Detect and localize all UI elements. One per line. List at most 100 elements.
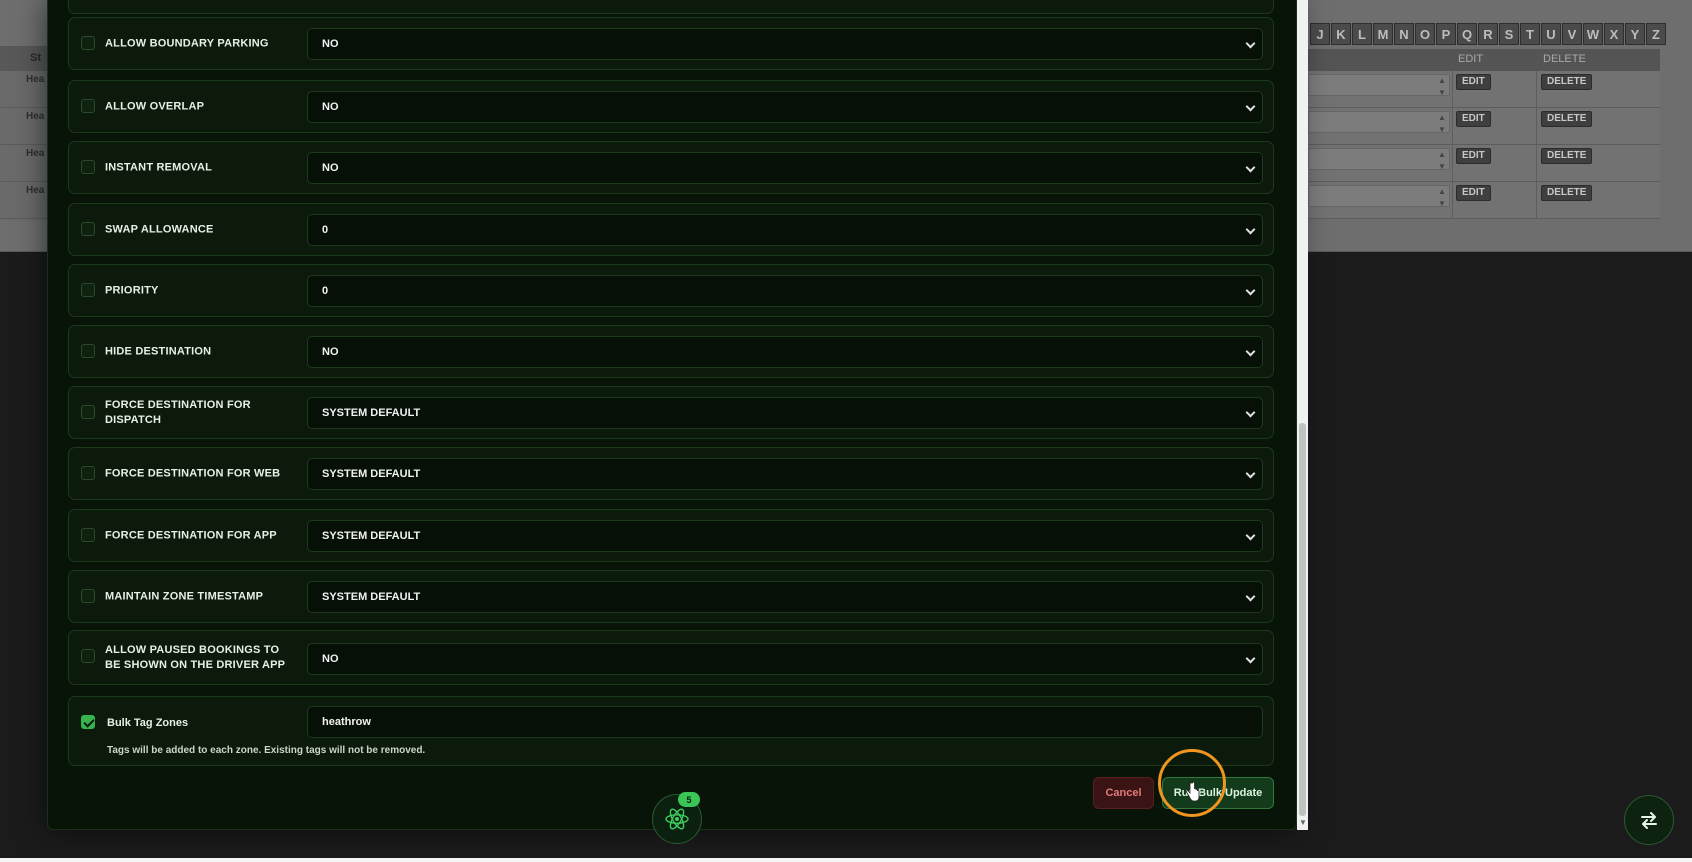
- setting-checkbox[interactable]: [81, 528, 95, 542]
- hand-cursor-icon: [1185, 782, 1200, 802]
- table-row: ▲ ▼ EDIT DELETE: [1308, 108, 1660, 145]
- modal-scrollbar[interactable]: ▼: [1297, 0, 1308, 830]
- table-row: ▲ ▼ EDIT DELETE: [1308, 145, 1660, 182]
- settings-row: ALLOW PAUSED BOOKINGS TO BE SHOWN ON THE…: [68, 630, 1274, 685]
- setting-select[interactable]: NO: [307, 152, 1263, 184]
- chevron-down-icon: [1245, 162, 1256, 173]
- alphabet-key[interactable]: M: [1373, 23, 1393, 45]
- chevron-down-icon: [1245, 407, 1256, 418]
- notification-badge: 5: [678, 792, 700, 807]
- delete-button[interactable]: DELETE: [1541, 111, 1593, 127]
- edit-column-header: EDIT: [1458, 53, 1484, 65]
- alphabet-key[interactable]: K: [1331, 23, 1351, 45]
- setting-checkbox[interactable]: [81, 222, 95, 236]
- alphabet-key[interactable]: Y: [1625, 23, 1645, 45]
- setting-select-value: 0: [322, 224, 329, 236]
- chevron-down-icon: [1245, 653, 1256, 664]
- alphabet-key[interactable]: J: [1310, 23, 1330, 45]
- edit-button[interactable]: EDIT: [1456, 148, 1491, 164]
- setting-select[interactable]: NO: [307, 91, 1263, 123]
- edit-button[interactable]: EDIT: [1456, 74, 1491, 90]
- spinner-icon[interactable]: ▲ ▼: [1438, 149, 1446, 173]
- alphabet-key[interactable]: W: [1583, 23, 1603, 45]
- setting-checkbox[interactable]: [81, 589, 95, 603]
- swap-arrows-icon: [1641, 812, 1657, 829]
- setting-select[interactable]: SYSTEM DEFAULT: [307, 397, 1263, 429]
- alphabet-key[interactable]: P: [1436, 23, 1456, 45]
- setting-select-value: 0: [322, 285, 329, 297]
- setting-label: PRIORITY: [105, 284, 159, 296]
- alphabet-key[interactable]: U: [1541, 23, 1561, 45]
- settings-row: INSTANT REMOVAL NO: [68, 141, 1274, 194]
- edit-button[interactable]: EDIT: [1456, 111, 1491, 127]
- bulk-tag-note: Tags will be added to each zone. Existin…: [107, 745, 426, 756]
- alphabet-key[interactable]: T: [1520, 23, 1540, 45]
- spinner-icon[interactable]: ▲ ▼: [1438, 186, 1446, 210]
- delete-column-header: DELETE: [1543, 53, 1586, 65]
- setting-checkbox[interactable]: [81, 466, 95, 480]
- background-number-input[interactable]: [1308, 148, 1450, 170]
- setting-select[interactable]: 0: [307, 214, 1263, 246]
- bulk-tag-checkbox[interactable]: [81, 715, 95, 729]
- setting-select-value: NO: [322, 346, 339, 358]
- background-number-input[interactable]: [1308, 185, 1450, 207]
- setting-select[interactable]: NO: [307, 28, 1263, 60]
- alphabet-key[interactable]: X: [1604, 23, 1624, 45]
- chevron-down-icon: [1245, 468, 1256, 479]
- background-number-input[interactable]: [1308, 111, 1450, 133]
- background-cell: Hea: [0, 71, 48, 108]
- delete-button[interactable]: DELETE: [1541, 74, 1593, 90]
- setting-label: MAINTAIN ZONE TIMESTAMP: [105, 590, 264, 602]
- edit-button[interactable]: EDIT: [1456, 185, 1491, 201]
- background-column-header-text: St: [30, 52, 41, 64]
- chevron-down-icon: [1245, 224, 1256, 235]
- setting-checkbox[interactable]: [81, 344, 95, 358]
- bulk-tag-row: Bulk Tag Zones heathrow Tags will be add…: [68, 696, 1274, 766]
- setting-checkbox[interactable]: [81, 99, 95, 113]
- settings-row: FORCE DESTINATION FOR APP SYSTEM DEFAULT: [68, 509, 1274, 562]
- table-row: ▲ ▼ EDIT DELETE: [1308, 182, 1660, 219]
- alphabet-key[interactable]: V: [1562, 23, 1582, 45]
- setting-select-value: SYSTEM DEFAULT: [322, 530, 421, 542]
- cancel-button[interactable]: Cancel: [1093, 777, 1154, 809]
- setting-select-value: SYSTEM DEFAULT: [322, 468, 421, 480]
- alphabet-key[interactable]: Q: [1457, 23, 1477, 45]
- background-cell: Hea: [0, 108, 48, 145]
- bulk-tag-input[interactable]: heathrow: [307, 706, 1263, 738]
- scrollbar-thumb[interactable]: [1299, 423, 1306, 816]
- alphabet-key[interactable]: R: [1478, 23, 1498, 45]
- table-row: ▲ ▼ EDIT DELETE: [1308, 71, 1660, 108]
- setting-checkbox[interactable]: [81, 283, 95, 297]
- alphabet-key[interactable]: O: [1415, 23, 1435, 45]
- setting-select[interactable]: SYSTEM DEFAULT: [307, 581, 1263, 613]
- setting-select[interactable]: SYSTEM DEFAULT: [307, 520, 1263, 552]
- setting-label: INSTANT REMOVAL: [105, 161, 213, 173]
- setting-checkbox[interactable]: [81, 405, 95, 419]
- setting-label: FORCE DESTINATION FOR APP: [105, 529, 277, 541]
- setting-select-value: NO: [322, 101, 339, 113]
- delete-button[interactable]: DELETE: [1541, 148, 1593, 164]
- scroll-down-arrow-icon[interactable]: ▼: [1299, 818, 1307, 827]
- background-cell: Hea: [0, 182, 48, 219]
- spinner-icon[interactable]: ▲ ▼: [1438, 75, 1446, 99]
- setting-select[interactable]: SYSTEM DEFAULT: [307, 458, 1263, 490]
- setting-select[interactable]: 0: [307, 275, 1263, 307]
- spinner-icon[interactable]: ▲ ▼: [1438, 112, 1446, 136]
- settings-row: ALLOW BOUNDARY PARKING NO: [68, 17, 1274, 70]
- alphabet-key[interactable]: L: [1352, 23, 1372, 45]
- setting-checkbox[interactable]: [81, 36, 95, 50]
- alphabet-key[interactable]: Z: [1646, 23, 1666, 45]
- setting-select[interactable]: NO: [307, 336, 1263, 368]
- setting-checkbox[interactable]: [81, 649, 95, 663]
- chevron-down-icon: [1245, 285, 1256, 296]
- setting-select[interactable]: NO: [307, 643, 1263, 675]
- alphabet-key[interactable]: N: [1394, 23, 1414, 45]
- swap-fab[interactable]: [1624, 795, 1674, 845]
- setting-label: FORCE DESTINATION FOR WEB: [105, 467, 281, 479]
- background-number-input[interactable]: [1308, 74, 1450, 96]
- setting-checkbox[interactable]: [81, 160, 95, 174]
- alphabet-key[interactable]: S: [1499, 23, 1519, 45]
- setting-select-value: NO: [322, 653, 339, 665]
- delete-button[interactable]: DELETE: [1541, 185, 1593, 201]
- setting-select-value: SYSTEM DEFAULT: [322, 591, 421, 603]
